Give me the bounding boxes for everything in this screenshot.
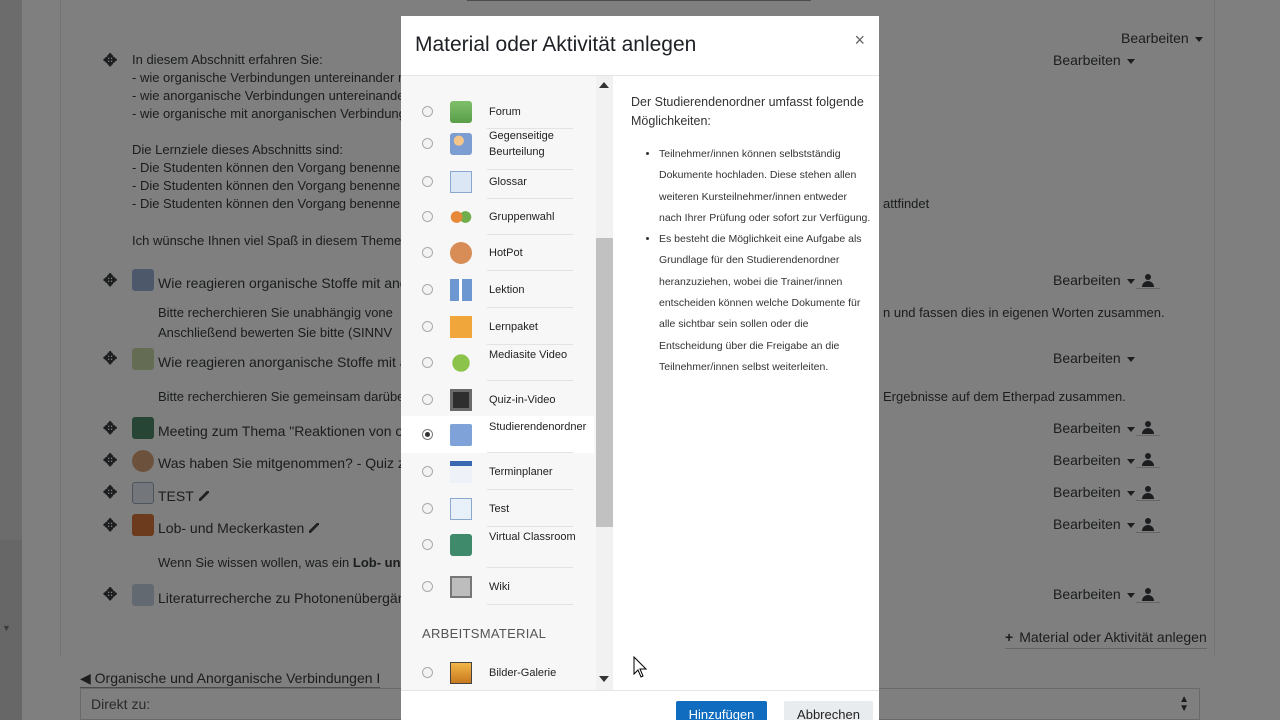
scroll-up-icon[interactable] — [599, 82, 609, 88]
radio-button[interactable] — [422, 247, 433, 258]
scroll-down-icon[interactable] — [599, 676, 609, 682]
scheduler-icon — [450, 460, 472, 483]
resource-category-heading: ARBEITSMATERIAL — [422, 626, 547, 641]
activity-option-label: Gegenseitige Beurteilung — [489, 130, 554, 158]
activity-description-pane: Der Studierendenordner umfasst folgende … — [613, 76, 879, 690]
activity-option[interactable]: Studierendenordner — [401, 416, 594, 453]
activity-option-label: Mediasite Video — [489, 349, 568, 361]
radio-button[interactable] — [422, 211, 433, 222]
activity-option[interactable]: HotPot — [401, 235, 594, 271]
workshop-icon — [450, 133, 472, 155]
radio-button[interactable] — [422, 105, 433, 117]
close-icon[interactable]: × — [854, 30, 865, 51]
description-bullet: Es besteht die Möglichkeit eine Aufgabe … — [659, 229, 871, 378]
radio-button[interactable] — [422, 465, 433, 477]
activity-option-label: Terminplaner — [489, 465, 553, 478]
radio-button[interactable] — [422, 581, 433, 592]
description-list: Teilnehmer/innen können selbstständig Do… — [631, 144, 871, 378]
activity-option[interactable]: Wiki — [401, 569, 594, 605]
wiki-icon — [450, 576, 472, 598]
activity-option-label: Glossar — [489, 175, 527, 188]
activity-option-label: HotPot — [489, 247, 523, 259]
radio-button[interactable] — [422, 667, 433, 678]
activity-option[interactable]: Virtual Classroom — [401, 521, 594, 568]
activity-option-label: Gruppenwahl — [489, 211, 555, 223]
activity-option-label: Lektion — [489, 284, 525, 296]
activity-option[interactable]: Lernpaket — [401, 308, 594, 345]
activity-option[interactable]: Mediasite Video — [401, 345, 594, 381]
mediasite-icon — [450, 352, 472, 374]
radio-button[interactable] — [422, 502, 433, 514]
group-choice-icon — [450, 206, 472, 228]
modal-header: Material oder Aktivität anlegen × — [401, 16, 879, 76]
activity-option-label: Wiki — [489, 581, 510, 593]
activity-option-label: Virtual Classroom — [489, 530, 576, 543]
activity-option[interactable]: Quiz-in-Video — [401, 381, 594, 418]
activity-list[interactable]: Forum Gegenseitige Beurteilung Glossar Grup… — [401, 76, 613, 690]
radio-button[interactable] — [422, 284, 433, 295]
description-bullet: Teilnehmer/innen können selbstständig Do… — [659, 144, 871, 229]
radio-button[interactable] — [422, 538, 433, 550]
activity-option[interactable]: Bilder-Galerie — [401, 655, 594, 690]
activity-option[interactable]: Gegenseitige Beurteilung — [401, 118, 594, 170]
test-icon — [450, 497, 472, 520]
virtual-classroom-icon — [450, 533, 472, 556]
activity-option-label: Studierendenordner — [489, 420, 587, 433]
student-folder-icon — [450, 423, 472, 446]
cancel-button[interactable]: Abbrechen — [784, 701, 873, 720]
modal-title: Material oder Aktivität anlegen — [415, 33, 697, 56]
radio-button[interactable] — [422, 393, 433, 405]
activity-option[interactable]: Gruppenwahl — [401, 199, 594, 235]
option-divider — [487, 604, 573, 605]
activity-option[interactable]: Terminplaner — [401, 453, 594, 490]
add-button[interactable]: Hinzufügen — [676, 701, 767, 720]
activity-option-label: Bilder-Galerie — [489, 667, 557, 679]
activity-option-label: Test — [489, 502, 510, 515]
activity-option-label: Quiz-in-Video — [489, 393, 556, 406]
option-divider — [487, 270, 573, 271]
image-gallery-icon — [450, 662, 472, 684]
activity-option[interactable]: Glossar — [401, 164, 594, 199]
hotpot-icon — [450, 242, 472, 264]
radio-button[interactable] — [422, 357, 433, 368]
radio-button[interactable] — [422, 175, 433, 187]
description-intro: Der Studierendenordner umfasst folgende … — [631, 95, 864, 128]
option-divider — [487, 567, 573, 568]
activity-option[interactable]: Lektion — [401, 272, 594, 308]
lesson-icon — [450, 279, 472, 301]
activity-option-label: Lernpaket — [489, 320, 538, 333]
video-quiz-icon — [450, 388, 472, 411]
glossary-icon — [450, 170, 472, 193]
radio-button[interactable] — [422, 320, 433, 332]
radio-button[interactable] — [422, 428, 433, 440]
activity-chooser-dialog: Material oder Aktivität anlegen × Forum G… — [401, 16, 879, 720]
scorm-package-icon — [450, 315, 472, 338]
modal-footer: Hinzufügen Abbrechen — [401, 690, 879, 720]
scrollbar-thumb[interactable] — [596, 238, 613, 527]
radio-button[interactable] — [422, 138, 433, 149]
